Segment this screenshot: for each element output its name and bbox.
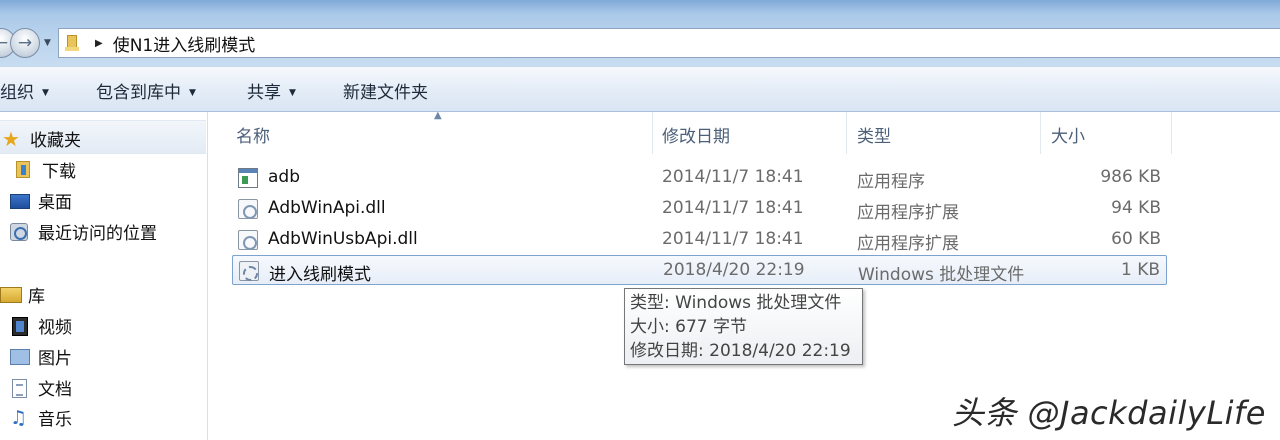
documents-library-icon <box>10 378 30 398</box>
downloads-folder-icon <box>14 160 34 179</box>
file-row-selected[interactable]: 进入线刷模式 2018/4/20 22:19 Windows 批处理文件 1 K… <box>232 255 1167 285</box>
file-name: AdbWinApi.dll <box>268 198 386 218</box>
file-date: 2014/11/7 18:41 <box>662 167 804 187</box>
nav-favorites-label: 收藏夹 <box>30 131 81 151</box>
column-name-label: 名称 <box>236 127 270 147</box>
file-date: 2014/11/7 18:41 <box>662 229 804 249</box>
pictures-library-icon <box>10 348 30 366</box>
application-icon <box>238 168 258 188</box>
file-size: 1 KB <box>1120 260 1160 280</box>
file-type: 应用程序扩展 <box>857 203 959 223</box>
file-row[interactable]: AdbWinUsbApi.dll 2014/11/7 18:41 应用程序扩展 … <box>232 225 1167 255</box>
forward-button[interactable]: → <box>10 28 40 58</box>
nav-item-label: 最近访问的位置 <box>38 224 157 244</box>
star-icon: ★ <box>2 126 20 151</box>
column-header-type[interactable]: 类型 <box>847 112 1039 154</box>
file-type: 应用程序 <box>857 172 925 192</box>
file-type: Windows 批处理文件 <box>858 265 1025 285</box>
column-header-size[interactable]: 大小 <box>1041 112 1171 154</box>
nav-item-videos[interactable]: 视频 <box>10 313 72 338</box>
desktop-icon <box>10 192 30 210</box>
column-header-name[interactable]: 名称 <box>220 112 650 154</box>
column-divider[interactable] <box>1171 112 1172 154</box>
nav-item-label: 图片 <box>38 349 72 369</box>
share-label: 共享 <box>247 83 281 103</box>
nav-item-desktop[interactable]: 桌面 <box>10 188 72 213</box>
libraries-icon <box>0 286 22 304</box>
file-date: 2018/4/20 22:19 <box>663 260 805 280</box>
file-date: 2014/11/7 18:41 <box>662 198 804 218</box>
column-size-label: 大小 <box>1051 127 1085 147</box>
tooltip-type: 类型: Windows 批处理文件 <box>630 293 842 313</box>
organize-label: 组织 <box>0 83 34 103</box>
file-name: AdbWinUsbApi.dll <box>268 229 418 249</box>
command-toolbar: 组织 ▼ 包含到库中 ▼ 共享 ▼ 新建文件夹 <box>0 66 1280 112</box>
nav-libraries-label: 库 <box>28 287 45 307</box>
music-library-icon: ♫ <box>10 406 28 429</box>
new-folder-label: 新建文件夹 <box>343 83 428 103</box>
file-row[interactable]: adb 2014/11/7 18:41 应用程序 986 KB <box>232 163 1167 193</box>
address-bar[interactable]: ▶ 使N1进入线刷模式 <box>58 28 1280 58</box>
nav-item-label: 文档 <box>38 380 72 400</box>
include-in-library-button[interactable]: 包含到库中 ▼ <box>96 78 196 103</box>
dropdown-arrow-icon: ▼ <box>42 88 49 98</box>
forward-arrow-icon: → <box>17 33 33 53</box>
videos-library-icon <box>10 316 30 336</box>
nav-item-pictures[interactable]: 图片 <box>10 344 72 369</box>
file-type: 应用程序扩展 <box>857 234 959 254</box>
tooltip-date: 修改日期: 2018/4/20 22:19 <box>630 341 851 361</box>
dropdown-arrow-icon: ▼ <box>189 88 196 98</box>
file-name: adb <box>268 167 300 187</box>
tooltip-size: 大小: 677 字节 <box>630 317 747 337</box>
recent-pages-dropdown-icon[interactable]: ▼ <box>44 38 51 48</box>
breadcrumb-current-folder[interactable]: 使N1进入线刷模式 <box>113 31 256 56</box>
share-button[interactable]: 共享 ▼ <box>247 78 296 103</box>
column-type-label: 类型 <box>857 127 891 147</box>
breadcrumb-chevron-icon[interactable]: ▶ <box>95 38 103 49</box>
file-name: 进入线刷模式 <box>269 265 371 285</box>
nav-item-label: 桌面 <box>38 193 72 213</box>
file-size: 94 KB <box>1111 198 1161 218</box>
column-header-date[interactable]: 修改日期 <box>653 112 845 154</box>
navigation-pane: ★ 收藏夹 下载 桌面 最近访问的位置 库 视频 图片 文档 ♫ 音乐 <box>0 112 208 440</box>
nav-item-music[interactable]: ♫ 音乐 <box>10 405 72 430</box>
batch-file-icon <box>239 261 259 281</box>
file-info-tooltip: 类型: Windows 批处理文件 大小: 677 字节 修改日期: 2018/… <box>624 288 863 365</box>
nav-item-label: 音乐 <box>38 410 72 430</box>
dll-file-icon <box>238 199 258 219</box>
nav-item-label: 视频 <box>38 318 72 338</box>
new-folder-button[interactable]: 新建文件夹 <box>343 78 428 103</box>
include-in-library-label: 包含到库中 <box>96 83 181 103</box>
dropdown-arrow-icon: ▼ <box>289 88 296 98</box>
nav-item-downloads[interactable]: 下载 <box>14 157 76 182</box>
back-arrow-icon: ← <box>0 33 9 53</box>
folder-icon <box>65 35 83 51</box>
organize-button[interactable]: 组织 ▼ <box>0 78 49 103</box>
recent-places-icon <box>10 222 30 241</box>
dll-file-icon <box>238 230 258 250</box>
column-date-label: 修改日期 <box>662 127 730 147</box>
file-size: 986 KB <box>1100 167 1161 187</box>
nav-favorites[interactable]: ★ 收藏夹 <box>2 126 81 152</box>
address-bar-region: ← → ▼ ▶ 使N1进入线刷模式 <box>0 0 1280 66</box>
watermark: 头条 @JackdailyLife <box>951 394 1266 432</box>
nav-libraries[interactable]: 库 <box>0 282 45 307</box>
nav-item-label: 下载 <box>42 162 76 182</box>
file-size: 60 KB <box>1111 229 1161 249</box>
file-row[interactable]: AdbWinApi.dll 2014/11/7 18:41 应用程序扩展 94 … <box>232 194 1167 224</box>
nav-item-recent-places[interactable]: 最近访问的位置 <box>10 219 157 244</box>
nav-item-documents[interactable]: 文档 <box>10 375 72 400</box>
